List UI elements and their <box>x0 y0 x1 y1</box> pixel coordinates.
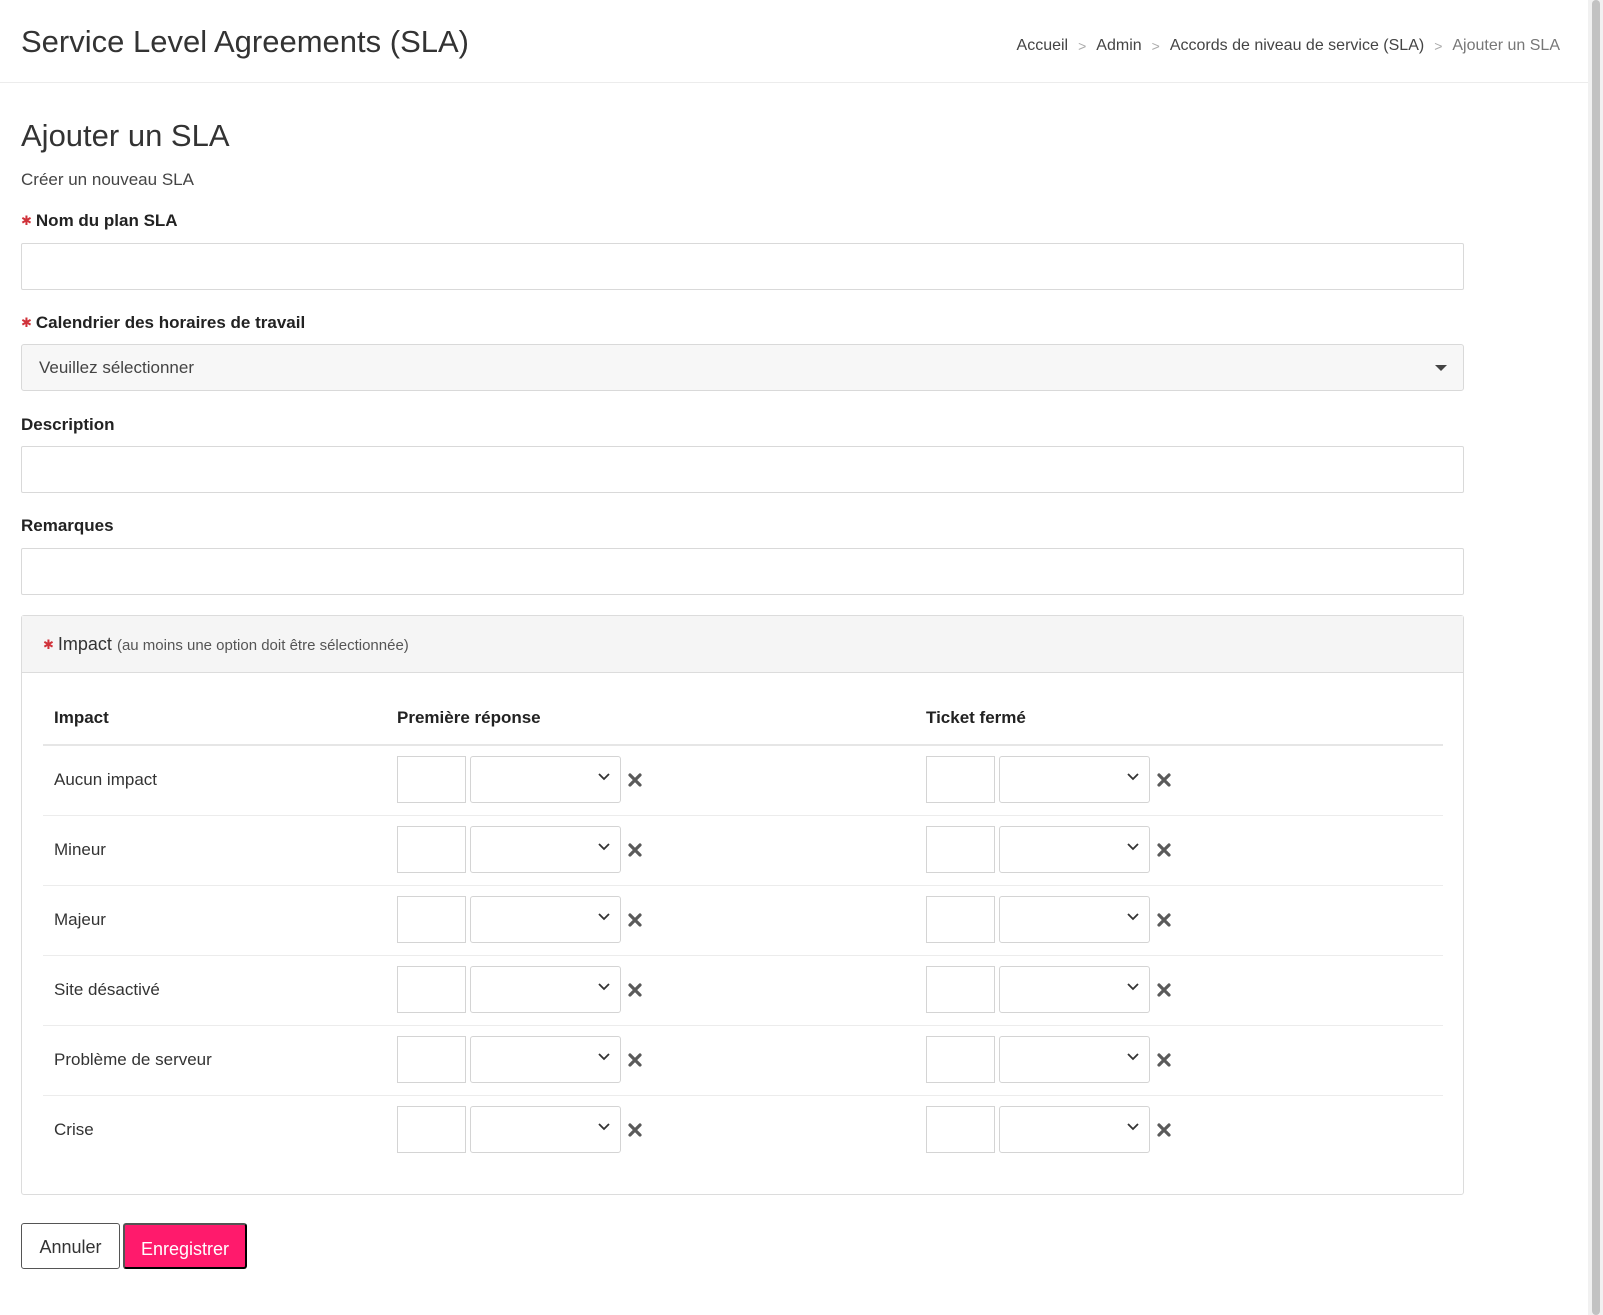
ticket-closed-unit-select[interactable] <box>999 756 1150 803</box>
impact-panel-header: ✱ Impact (au moins une option doit être s… <box>22 616 1463 673</box>
remarks-label: Remarques <box>21 516 114 535</box>
impact-panel: ✱ Impact (au moins une option doit être s… <box>21 615 1464 1195</box>
impact-row-label: Aucun impact <box>54 770 157 789</box>
row-divider <box>43 815 1443 816</box>
caret-down-icon <box>1435 365 1447 371</box>
ticket-closed-number-input[interactable] <box>926 826 995 873</box>
first-response-number-input[interactable] <box>397 1036 466 1083</box>
chevron-down-icon <box>597 909 611 923</box>
first-response-number-input[interactable] <box>397 756 466 803</box>
cancel-button[interactable]: Annuler <box>21 1223 120 1269</box>
breadcrumb-item-sla-list[interactable]: Accords de niveau de service (SLA) <box>1170 37 1424 55</box>
clear-icon[interactable] <box>627 842 643 858</box>
impact-row-label: Site désactivé <box>54 980 160 999</box>
description-label: Description <box>21 415 115 434</box>
calendar-label: ✱ Calendrier des horaires de travail <box>21 313 305 333</box>
plan-name-label-text: Nom du plan SLA <box>35 211 178 230</box>
clear-icon[interactable] <box>1156 1122 1172 1138</box>
scrollbar-thumb[interactable] <box>1592 0 1600 1315</box>
first-response-number-input[interactable] <box>397 966 466 1013</box>
ticket-closed-number-input[interactable] <box>926 966 995 1013</box>
first-response-unit-select[interactable] <box>470 826 621 873</box>
calendar-select[interactable]: Veuillez sélectionner <box>21 344 1464 391</box>
first-response-number-input[interactable] <box>397 1106 466 1153</box>
app-title: Service Level Agreements (SLA) <box>21 24 469 59</box>
ticket-closed-number-input[interactable] <box>926 756 995 803</box>
calendar-select-value: Veuillez sélectionner <box>39 358 194 377</box>
calendar-label-text: Calendrier des horaires de travail <box>35 313 306 332</box>
ticket-closed-unit-select[interactable] <box>999 896 1150 943</box>
remarks-input[interactable] <box>21 548 1464 595</box>
clear-icon[interactable] <box>627 1122 643 1138</box>
chevron-down-icon <box>597 1049 611 1063</box>
row-divider <box>43 1025 1443 1026</box>
table-header-rule <box>43 744 1443 746</box>
clear-icon[interactable] <box>627 1052 643 1068</box>
row-divider <box>43 955 1443 956</box>
chevron-down-icon <box>597 839 611 853</box>
chevron-down-icon <box>597 769 611 783</box>
ticket-closed-unit-select[interactable] <box>999 966 1150 1013</box>
column-header-impact: Impact <box>54 708 109 727</box>
plan-name-input[interactable] <box>21 243 1464 290</box>
top-bar: Service Level Agreements (SLA) Accueil >… <box>0 0 1588 83</box>
impact-row-label: Crise <box>54 1120 94 1139</box>
column-header-ticket-closed: Ticket fermé <box>926 708 1026 727</box>
clear-icon[interactable] <box>1156 982 1172 998</box>
first-response-unit-select[interactable] <box>470 1106 621 1153</box>
impact-row-label: Mineur <box>54 840 106 859</box>
row-divider <box>43 1095 1443 1096</box>
ticket-closed-unit-select[interactable] <box>999 1036 1150 1083</box>
row-divider <box>43 885 1443 886</box>
first-response-number-input[interactable] <box>397 826 466 873</box>
first-response-unit-select[interactable] <box>470 1036 621 1083</box>
impact-panel-title: ✱ Impact (au moins une option doit être s… <box>43 634 409 655</box>
breadcrumb-separator: > <box>1078 38 1087 54</box>
breadcrumb-item-home[interactable]: Accueil <box>1017 37 1069 55</box>
breadcrumb-separator: > <box>1434 38 1443 54</box>
chevron-down-icon <box>1126 1119 1140 1133</box>
required-marker: ✱ <box>21 213 32 228</box>
chevron-down-icon <box>1126 769 1140 783</box>
description-input[interactable] <box>21 446 1464 493</box>
required-marker: ✱ <box>21 315 32 330</box>
chevron-down-icon <box>1126 1049 1140 1063</box>
save-button[interactable]: Enregistrer <box>123 1223 247 1269</box>
first-response-unit-select[interactable] <box>470 756 621 803</box>
page-scrollbar[interactable] <box>1588 0 1603 1315</box>
impact-row-label: Majeur <box>54 910 106 929</box>
chevron-down-icon <box>597 979 611 993</box>
breadcrumb-separator: > <box>1151 38 1160 54</box>
first-response-unit-select[interactable] <box>470 896 621 943</box>
required-marker: ✱ <box>43 637 54 652</box>
page-subtitle: Créer un nouveau SLA <box>21 170 194 189</box>
clear-icon[interactable] <box>1156 1052 1172 1068</box>
ticket-closed-number-input[interactable] <box>926 1036 995 1083</box>
clear-icon[interactable] <box>627 912 643 928</box>
first-response-number-input[interactable] <box>397 896 466 943</box>
clear-icon[interactable] <box>627 982 643 998</box>
breadcrumb: Accueil > Admin > Accords de niveau de s… <box>1017 37 1560 55</box>
ticket-closed-unit-select[interactable] <box>999 826 1150 873</box>
chevron-down-icon <box>1126 839 1140 853</box>
first-response-unit-select[interactable] <box>470 966 621 1013</box>
ticket-closed-number-input[interactable] <box>926 896 995 943</box>
chevron-down-icon <box>1126 909 1140 923</box>
plan-name-label: ✱ Nom du plan SLA <box>21 211 178 231</box>
impact-row-label: Problème de serveur <box>54 1050 212 1069</box>
clear-icon[interactable] <box>627 772 643 788</box>
ticket-closed-unit-select[interactable] <box>999 1106 1150 1153</box>
clear-icon[interactable] <box>1156 912 1172 928</box>
impact-panel-hint: (au moins une option doit être sélection… <box>116 637 409 654</box>
clear-icon[interactable] <box>1156 772 1172 788</box>
breadcrumb-item-current: Ajouter un SLA <box>1452 37 1560 54</box>
impact-panel-title-text: Impact <box>57 634 112 654</box>
chevron-down-icon <box>597 1119 611 1133</box>
column-header-first-response: Première réponse <box>397 708 541 727</box>
page-title: Ajouter un SLA <box>21 118 230 153</box>
chevron-down-icon <box>1126 979 1140 993</box>
breadcrumb-item-admin[interactable]: Admin <box>1096 37 1141 55</box>
ticket-closed-number-input[interactable] <box>926 1106 995 1153</box>
clear-icon[interactable] <box>1156 842 1172 858</box>
